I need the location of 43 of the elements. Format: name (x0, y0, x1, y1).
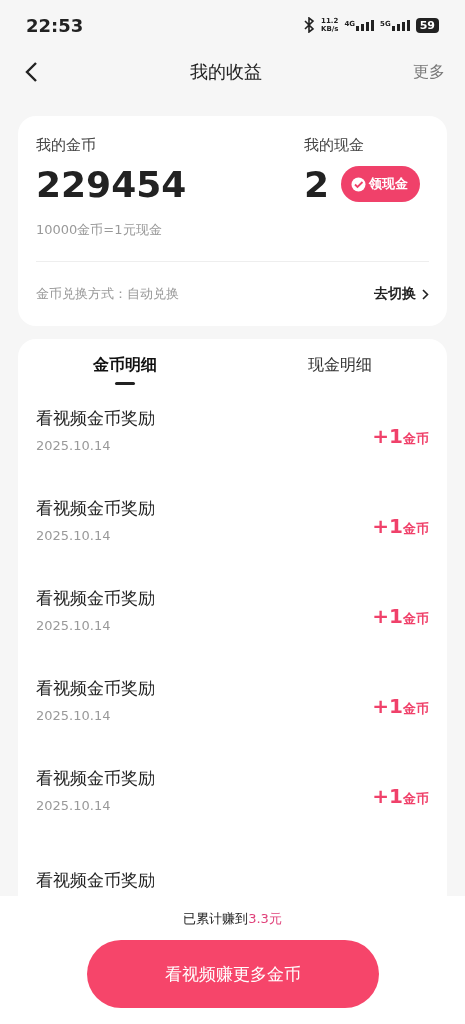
total-earned: 已累计赚到3.3元 (183, 910, 282, 928)
coins-label: 我的金币 (36, 136, 97, 155)
cash-value: 2 (304, 163, 330, 207)
chevron-icon (422, 288, 429, 300)
record-amount: +1 (372, 694, 403, 718)
record-date: 2025.10.14 (36, 618, 112, 633)
tab[interactable]: 现金明细 (232, 339, 447, 391)
battery-level: 59 (415, 17, 439, 33)
exchange-mode: 金币兑换方式：自动兑换 (36, 285, 179, 303)
switch-link[interactable]: 去切换 (374, 285, 429, 303)
back-icon[interactable] (24, 61, 38, 83)
record-unit: 金币 (403, 701, 429, 718)
record-unit: 金币 (403, 521, 429, 538)
record-title: 看视频金币奖励 (36, 767, 155, 790)
more-button[interactable]: 更多 (413, 61, 445, 83)
record-date: 2025.10.14 (36, 438, 112, 453)
withdraw-button[interactable]: 领现金 (341, 166, 421, 202)
check-icon (351, 176, 367, 192)
record-date: 2025.10.14 (36, 798, 112, 813)
signal-icon (356, 19, 375, 31)
record-title: 看视频金币奖励 (36, 407, 155, 430)
record-unit: 金币 (403, 611, 429, 628)
record-amount: +1 (372, 604, 403, 628)
record-title: 看视频金币奖励 (36, 497, 155, 520)
cash-label: 我的现金 (304, 136, 365, 155)
bluetooth-icon (302, 17, 315, 33)
record-amount: +1 (372, 424, 403, 448)
record-amount: +1 (372, 514, 403, 538)
status-time: 22:53 (26, 14, 84, 36)
record-title: 看视频金币奖励 (36, 868, 155, 892)
record-unit: 金币 (403, 431, 429, 448)
page-title: 我的收益 (189, 60, 262, 84)
record-unit: 金币 (403, 791, 429, 808)
record-date: 2025.10.14 (36, 528, 112, 543)
signal-icon (391, 19, 410, 31)
record-title: 看视频金币奖励 (36, 677, 155, 700)
record-amount: +1 (372, 784, 403, 808)
record-date: 2025.10.14 (36, 708, 112, 723)
tab[interactable]: 金币明细 (18, 339, 233, 391)
record-title: 看视频金币奖励 (36, 587, 155, 610)
exchange-rate: 10000金币=1元现金 (36, 221, 163, 239)
coins-value: 229454 (36, 163, 187, 207)
earn-more-button[interactable]: 看视频赚更多金币 (86, 940, 379, 1008)
